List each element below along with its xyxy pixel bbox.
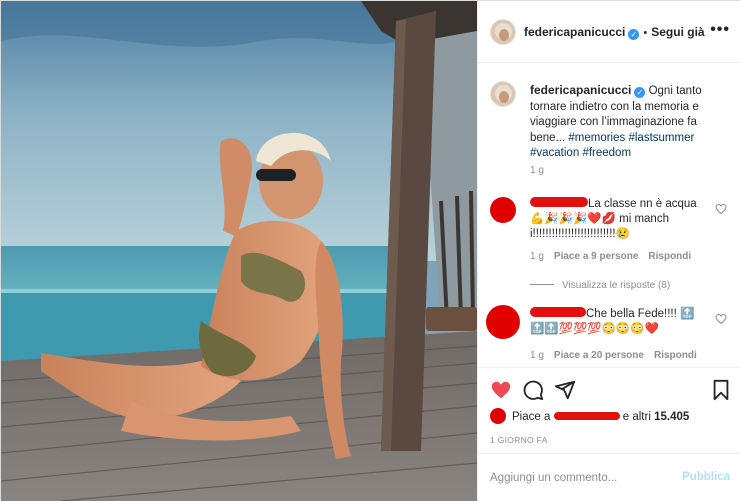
comment-icon[interactable] — [522, 379, 544, 401]
comment-input[interactable] — [490, 468, 670, 488]
comment-likes[interactable]: Piace a 9 persone — [554, 251, 639, 262]
like-heart-icon[interactable] — [490, 379, 512, 401]
likes-suffix: e altri — [622, 411, 651, 423]
post-date[interactable]: 1 GIORNO FA — [490, 435, 548, 445]
hashtag-link[interactable]: #memories — [568, 132, 625, 144]
view-replies-button[interactable]: Visualizza le risposte (8) — [530, 280, 670, 291]
comment-time[interactable]: 1 g — [530, 350, 544, 361]
instagram-post: federicapanicucci ✓ • Segui già ••• federic… — [0, 0, 740, 501]
caption-time[interactable]: 1 g — [530, 165, 544, 176]
likes-count: 15.405 — [654, 411, 690, 423]
likes-summary[interactable]: Piace a e altri 15.405 — [490, 408, 689, 424]
comment-meta: 1 g Piace a 20 persone Rispondi — [530, 350, 697, 361]
comment-time[interactable]: 1 g — [530, 251, 544, 262]
comment-text: La classe nn è acqua — [588, 198, 697, 210]
commenter-avatar[interactable] — [486, 305, 520, 339]
caption-text-block: federicapanicucci ✓ Ogni tanto tornare in… — [530, 83, 730, 162]
comment-text-block: La classe nn è acqua 💪🎉🎉🎉❤️💋 mi manchi!!… — [530, 197, 712, 242]
liker-avatar — [490, 408, 506, 424]
author-avatar[interactable] — [490, 19, 516, 45]
caption-username[interactable]: federicapanicucci — [530, 83, 631, 97]
comment-like-heart-icon[interactable] — [715, 313, 727, 325]
beach-photo-image — [1, 1, 477, 501]
commenter-avatar[interactable] — [490, 197, 516, 223]
bookmark-icon[interactable] — [710, 379, 732, 401]
likes-prefix: Piace a — [512, 411, 551, 423]
author-line: federicapanicucci ✓ • Segui già — [524, 25, 705, 40]
publish-button[interactable]: Pubblica — [682, 471, 730, 483]
hashtag-link[interactable]: #lastsummer — [628, 132, 694, 144]
comment-likes[interactable]: Piace a 20 persone — [554, 350, 644, 361]
redacted-username — [530, 197, 588, 207]
separator-dot: • — [643, 27, 648, 39]
view-replies-label: Visualizza le risposte (8) — [562, 280, 671, 291]
redacted-username — [530, 307, 586, 317]
hashtag-link[interactable]: #vacation — [530, 147, 579, 159]
verified-icon: ✓ — [634, 87, 646, 98]
verified-icon: ✓ — [628, 29, 640, 40]
comment-emoji-end: 😢 — [615, 228, 630, 240]
following-button[interactable]: Segui già — [651, 25, 704, 39]
reply-button[interactable]: Rispondi — [648, 251, 691, 262]
comment-text-block: Che bella Fede!!!! 🔝🔝🔝💯💯💯😳😳😳❤️ — [530, 307, 712, 337]
comment-text: Che bella Fede!!!! — [586, 308, 677, 320]
author-username[interactable]: federicapanicucci — [524, 25, 625, 39]
reply-button[interactable]: Rispondi — [654, 350, 697, 361]
comment-like-heart-icon[interactable] — [715, 203, 727, 215]
hashtag-link[interactable]: #freedom — [582, 147, 631, 159]
post-header: federicapanicucci ✓ • Segui già ••• — [478, 1, 740, 63]
redacted-username — [553, 412, 620, 420]
more-icon[interactable]: ••• — [710, 21, 730, 39]
add-comment-bar: Pubblica — [478, 453, 740, 501]
comment-emojis: 💪🎉🎉🎉❤️💋 — [530, 213, 616, 225]
share-icon[interactable] — [554, 379, 576, 401]
comment-meta: 1 g Piace a 9 persone Rispondi — [530, 251, 691, 262]
post-photo[interactable] — [1, 1, 477, 501]
replies-line — [530, 284, 554, 285]
post-side-panel: federicapanicucci ✓ • Segui già ••• federic… — [477, 1, 740, 501]
caption-avatar[interactable] — [490, 81, 516, 107]
